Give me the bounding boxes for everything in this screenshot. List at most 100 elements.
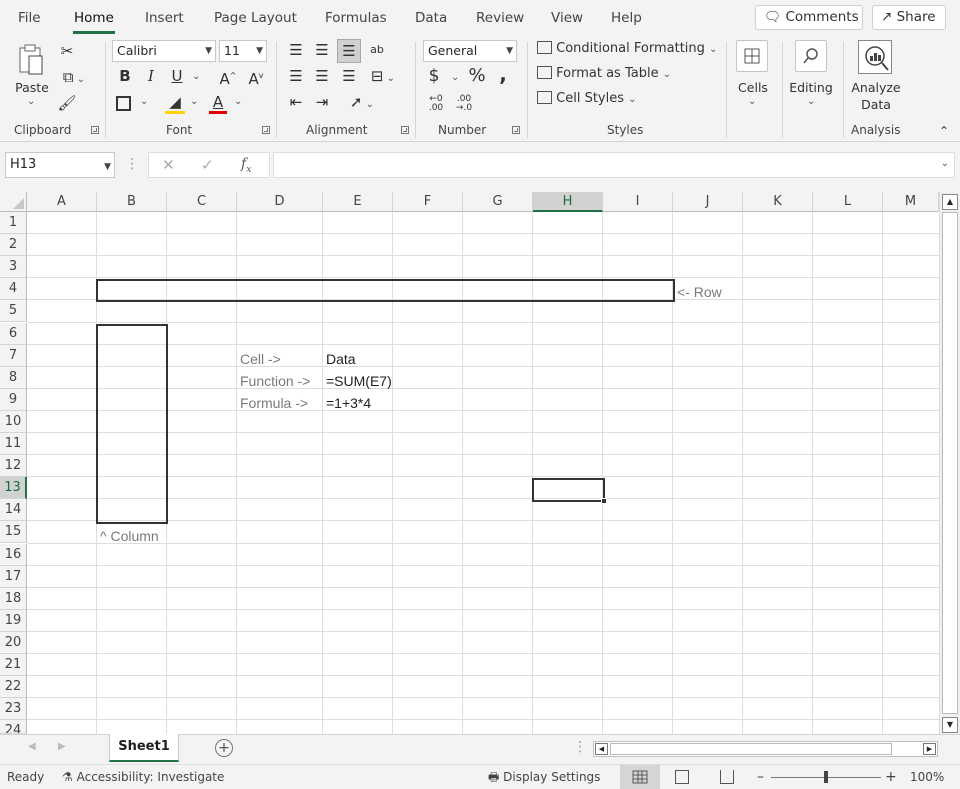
font-color-icon[interactable]: A	[209, 93, 227, 111]
zoom-in-icon[interactable]: +	[885, 765, 897, 789]
italic-button[interactable]: I	[143, 67, 159, 85]
row-header-14[interactable]: 14	[0, 499, 27, 522]
conditional-formatting-button[interactable]: Conditional Formatting ⌄	[537, 39, 717, 59]
active-cell-outline[interactable]	[532, 478, 605, 502]
cell-D8[interactable]: Function ->	[240, 370, 310, 392]
row-header-6[interactable]: 6	[0, 322, 27, 345]
select-all-corner[interactable]	[0, 192, 27, 212]
cell-styles-button[interactable]: Cell Styles ⌄	[537, 89, 637, 109]
tab-formulas[interactable]: Formulas	[325, 0, 387, 36]
cut-icon[interactable]: ✂	[57, 42, 77, 60]
number-dialog-launcher[interactable]	[512, 126, 520, 134]
tab-page-layout[interactable]: Page Layout	[214, 0, 297, 36]
scroll-right-icon[interactable]: ▶	[923, 743, 936, 755]
page-break-icon[interactable]	[720, 770, 734, 784]
row-header-23[interactable]: 23	[0, 698, 27, 721]
comments-button[interactable]: 🗨 Comments	[755, 5, 863, 30]
column-header-i[interactable]: I	[603, 192, 673, 212]
next-sheet-icon[interactable]: ▶	[58, 741, 66, 752]
align-top-icon[interactable]: ☰	[286, 41, 306, 59]
column-header-g[interactable]: G	[463, 192, 533, 212]
share-button[interactable]: ↗ Share	[872, 5, 946, 30]
align-center-icon[interactable]: ☰	[312, 67, 332, 85]
scroll-up-icon[interactable]: ▲	[942, 194, 958, 210]
increase-indent-icon[interactable]: ⇥	[312, 93, 332, 111]
add-sheet-icon[interactable]: +	[215, 739, 233, 757]
column-header-d[interactable]: D	[237, 192, 323, 212]
horizontal-scrollbar[interactable]: ◀ ▶	[593, 741, 938, 757]
collapse-icon[interactable]: ⌃	[935, 122, 953, 140]
increase-decimal-icon[interactable]: ←0.00	[424, 95, 448, 113]
scroll-thumb[interactable]	[942, 212, 958, 714]
row-header-15[interactable]: 15	[0, 521, 27, 544]
page-layout-icon[interactable]	[675, 770, 689, 784]
merge-icon[interactable]: ⊟ ⌄	[366, 67, 400, 88]
underline-button[interactable]: U	[168, 67, 186, 85]
zoom-level[interactable]: 100%	[910, 765, 944, 789]
cells-button[interactable]: Cells ⌄	[733, 40, 773, 120]
increase-font-icon[interactable]: A^	[217, 67, 239, 88]
sheet-tab-sheet1[interactable]: Sheet1	[109, 734, 179, 762]
dots-icon[interactable]: ⋮	[125, 156, 139, 174]
row-header-10[interactable]: 10	[0, 410, 27, 433]
clipboard-dialog-launcher[interactable]	[91, 126, 99, 134]
column-header-h[interactable]: H	[533, 192, 603, 212]
copy-icon[interactable]: ⧉ ⌄	[56, 68, 92, 89]
row-header-16[interactable]: 16	[0, 543, 27, 566]
cancel-icon[interactable]: ✕	[162, 156, 175, 174]
tab-file[interactable]: File	[18, 0, 41, 36]
font-dialog-launcher[interactable]	[262, 126, 270, 134]
row-header-4[interactable]: 4	[0, 278, 27, 301]
row-header-21[interactable]: 21	[0, 654, 27, 677]
prev-sheet-icon[interactable]: ◀	[28, 741, 36, 752]
tab-review[interactable]: Review	[476, 0, 524, 36]
decrease-decimal-icon[interactable]: .00 →.0	[452, 95, 476, 113]
fill-color-icon[interactable]: ◢	[165, 93, 185, 111]
cell-E7[interactable]: Data	[326, 348, 356, 370]
row-header-18[interactable]: 18	[0, 587, 27, 610]
row-header-19[interactable]: 19	[0, 609, 27, 632]
row-header-17[interactable]: 17	[0, 565, 27, 588]
hscroll-thumb[interactable]	[610, 743, 892, 755]
column-header-e[interactable]: E	[323, 192, 393, 212]
enter-icon[interactable]: ✓	[201, 156, 214, 174]
fill-handle[interactable]	[601, 498, 607, 504]
tab-data[interactable]: Data	[415, 0, 447, 36]
splitter-icon[interactable]: ⋮	[573, 739, 587, 755]
zoom-out-icon[interactable]: –	[757, 765, 764, 789]
normal-view-button[interactable]	[620, 765, 660, 789]
analyze-data-button[interactable]: Analyze Data	[848, 40, 904, 120]
align-bottom-icon[interactable]: ☰	[337, 39, 361, 63]
decrease-font-icon[interactable]: Av	[245, 67, 267, 88]
zoom-slider-thumb[interactable]	[824, 771, 828, 783]
cell-E8[interactable]: =SUM(E7)	[326, 370, 392, 392]
percent-button[interactable]: %	[467, 67, 487, 85]
accessibility-status[interactable]: ⚗ Accessibility: Investigate	[62, 765, 224, 789]
row-header-13[interactable]: 13	[0, 477, 27, 500]
wrap-text-icon[interactable]: ab	[366, 41, 388, 59]
cell-D7[interactable]: Cell ->	[240, 348, 281, 370]
editing-button[interactable]: Editing ⌄	[788, 40, 834, 120]
chevron-down-icon[interactable]: ⌄	[941, 158, 949, 169]
comma-button[interactable]: ,	[496, 64, 510, 84]
row-header-7[interactable]: 7	[0, 344, 27, 367]
row-header-22[interactable]: 22	[0, 676, 27, 699]
formula-input[interactable]: ⌄	[273, 152, 955, 178]
fx-icon[interactable]: fx	[241, 156, 251, 175]
name-box[interactable]: H13 ▼	[5, 152, 115, 178]
tab-view[interactable]: View	[551, 0, 583, 36]
number-format-select[interactable]: General ▼	[423, 40, 517, 62]
tab-insert[interactable]: Insert	[145, 0, 184, 36]
row-header-20[interactable]: 20	[0, 631, 27, 654]
column-header-j[interactable]: J	[673, 192, 743, 212]
row-header-9[interactable]: 9	[0, 388, 27, 411]
decrease-indent-icon[interactable]: ⇤	[286, 93, 306, 111]
row-header-5[interactable]: 5	[0, 300, 27, 323]
font-size-select[interactable]: 11 ▼	[219, 40, 267, 62]
column-header-b[interactable]: B	[97, 192, 167, 212]
vertical-scrollbar[interactable]: ▲ ▼	[939, 192, 960, 734]
tab-help[interactable]: Help	[611, 0, 642, 36]
scroll-down-icon[interactable]: ▼	[942, 717, 958, 733]
font-family-select[interactable]: Calibri ▼	[112, 40, 216, 62]
format-painter-icon[interactable]: 🖌	[57, 94, 77, 112]
